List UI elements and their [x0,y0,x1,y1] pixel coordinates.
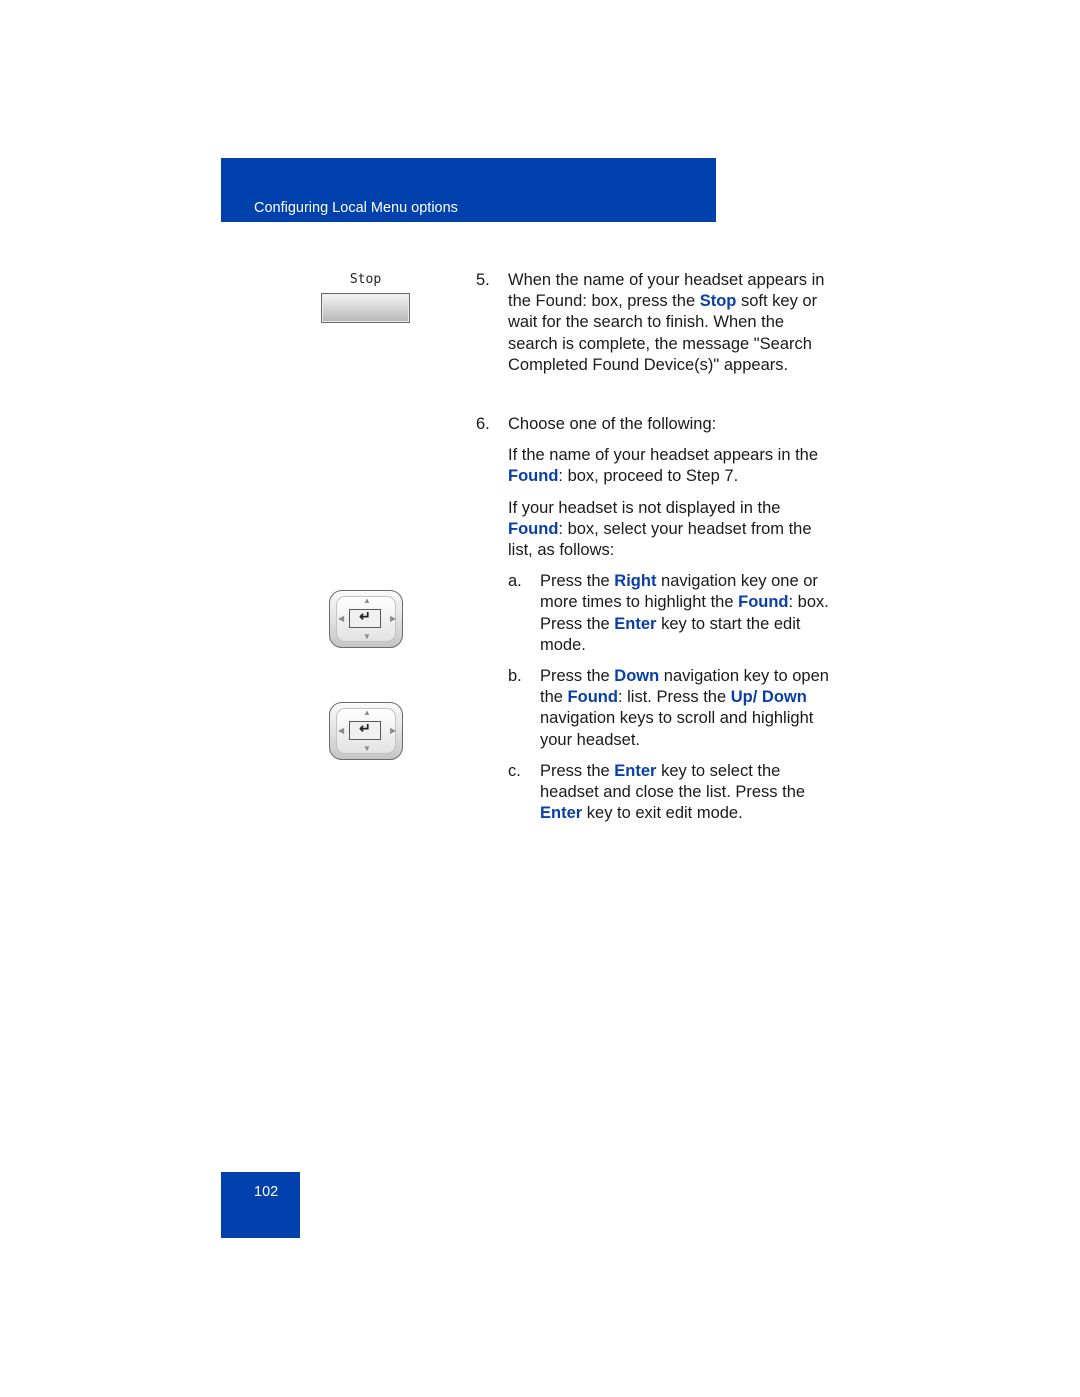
section-title: Configuring Local Menu options [254,200,458,216]
key-name: Found [508,519,559,538]
substep-b: b. Press the Down navigation key to open… [508,667,829,749]
enter-key-icon: ↵ [349,720,381,740]
key-name: Stop [699,292,737,311]
navigation-cluster-icon: ▲ ▼ ◀ ▶ ↵ [329,702,403,760]
up-arrow-icon: ▲ [363,708,371,717]
substep-c: c. Press the Enter key to select the hea… [508,761,806,823]
navigation-cluster-icon: ▲ ▼ ◀ ▶ ↵ [329,590,403,648]
enter-key-icon: ↵ [349,608,381,628]
page-number-box: 102 [221,1172,300,1238]
left-arrow-icon: ◀ [338,614,345,623]
left-arrow-icon: ◀ [338,726,345,735]
down-arrow-icon: ▼ [363,744,371,753]
header-bar: Configuring Local Menu options [221,158,716,222]
step-6: 6. Choose one of the following: If the n… [476,414,836,824]
right-arrow-icon: ▶ [390,726,397,735]
substep-a: a. Press the Right navigation key one or… [508,572,829,654]
softkey-label: Stop [349,272,382,287]
right-arrow-icon: ▶ [390,614,397,623]
option-paragraph: If your headset is not displayed in the … [508,498,812,560]
step-number: 5. [476,271,490,289]
page-number: 102 [254,1184,279,1200]
key-name: Found [508,467,559,486]
down-arrow-icon: ▼ [363,632,371,641]
softkey-button-icon [321,293,410,323]
stop-softkey: Stop [321,272,410,323]
up-arrow-icon: ▲ [363,596,371,605]
step-5: 5. When the name of your headset appears… [476,271,825,374]
option-paragraph: If the name of your headset appears in t… [508,446,819,486]
instructions: 5. When the name of your headset appears… [476,270,836,824]
step-number: 6. [476,415,490,434]
